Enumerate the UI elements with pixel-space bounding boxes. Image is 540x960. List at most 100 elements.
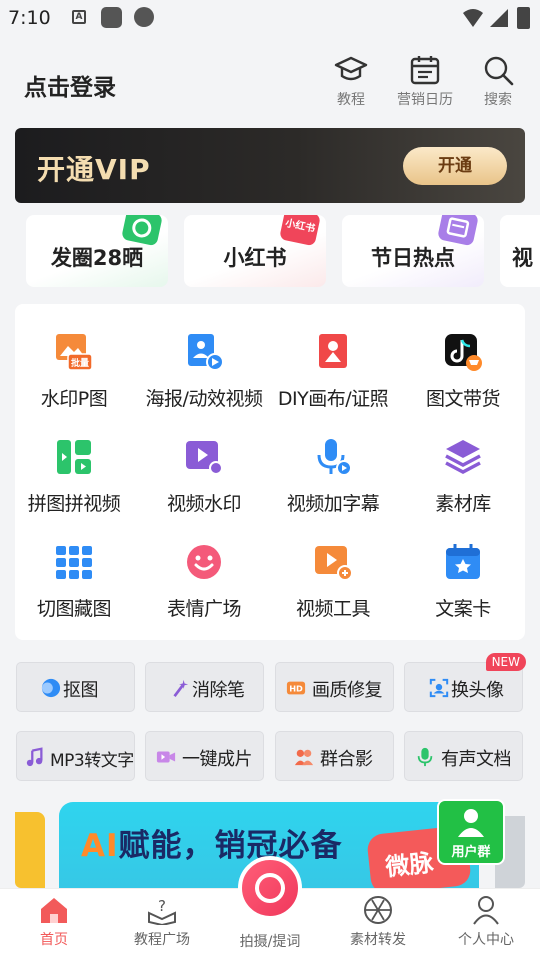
tool-watermark-photo[interactable]: 批量 水印P图 — [10, 332, 138, 411]
marketing-calendar-label: 营销日历 — [397, 92, 453, 108]
tool-label: 拼图拼视频 — [27, 493, 121, 515]
magic-wand-icon — [173, 679, 189, 697]
tool-label: 素材库 — [435, 493, 491, 515]
signal-icon — [490, 9, 508, 27]
user-group-icon — [458, 809, 484, 837]
grid-cut-icon — [54, 542, 94, 582]
face-scan-icon — [429, 678, 449, 698]
star-calendar-icon — [443, 542, 483, 582]
quick-eraser-button[interactable]: 消除笔 — [145, 662, 264, 712]
quick-label: 画质修复 — [312, 680, 383, 701]
header: 点击登录 教程 营销日历 搜索 — [0, 36, 540, 120]
vip-banner[interactable]: 开通VIP 开通 — [15, 128, 525, 203]
tool-video-tools[interactable]: 视频工具 — [269, 542, 397, 621]
video-camera-icon — [156, 751, 176, 763]
quick-change-avatar-button[interactable]: 换头像 NEW — [404, 653, 526, 712]
tool-label: 切图藏图 — [36, 598, 112, 620]
user-group-label: 用户群 — [451, 845, 491, 860]
tool-collage[interactable]: 拼图拼视频 — [10, 437, 138, 516]
tool-video-subtitle[interactable]: 视频加字幕 — [269, 437, 397, 516]
tool-label: 水印P图 — [40, 388, 108, 410]
poster-video-icon — [184, 332, 224, 372]
collage-icon — [54, 437, 94, 477]
tool-grid-cut[interactable]: 切图藏图 — [10, 542, 138, 621]
quick-label: 换头像 — [451, 680, 504, 701]
video-tool-icon — [313, 542, 353, 582]
login-link[interactable]: 点击登录 — [24, 68, 116, 102]
topic-card-video[interactable]: 视 — [500, 215, 540, 287]
tab-profile[interactable]: 个人中心 — [432, 895, 540, 949]
tab-tutorial-square[interactable]: ? 教程广场 — [108, 895, 216, 949]
emoji-icon — [184, 542, 224, 582]
tab-label: 个人中心 — [458, 932, 514, 948]
video-watermark-icon — [184, 437, 224, 477]
quick-one-click-film-button[interactable]: 一键成片 — [145, 731, 264, 781]
tool-copywriting-card[interactable]: 文案卡 — [399, 542, 527, 621]
quick-mp3-to-text-button[interactable]: MP3转文字 — [16, 731, 135, 781]
quick-group-photo-button[interactable]: 群合影 — [275, 731, 394, 781]
graduation-cap-icon — [334, 56, 368, 81]
tab-label: 素材转发 — [350, 932, 406, 948]
tool-poster-video[interactable]: 海报/动效视频 — [140, 332, 268, 411]
hd-icon: HD — [286, 681, 306, 695]
search-icon — [484, 56, 514, 86]
tutorial-label: 教程 — [337, 92, 365, 108]
quick-label: 抠图 — [63, 680, 99, 701]
topic-label: 视 — [512, 246, 533, 270]
search-button[interactable]: 搜索 — [462, 54, 534, 109]
topic-card-faquan[interactable]: 发圈28晒 — [26, 215, 168, 287]
tool-tiktok-cart[interactable]: 图文带货 — [399, 332, 527, 411]
quick-label: 一键成片 — [182, 749, 253, 770]
mic-doc-icon — [417, 747, 433, 767]
topic-label: 发圈28晒 — [50, 246, 144, 270]
music-note-icon — [26, 747, 43, 767]
tool-label: 海报/动效视频 — [145, 388, 263, 410]
tab-label: 首页 — [40, 932, 68, 948]
vip-open-button[interactable]: 开通 — [403, 147, 507, 185]
camera-icon — [255, 873, 285, 903]
tutorial-book-icon: ? — [148, 897, 176, 925]
tool-video-watermark[interactable]: 视频水印 — [140, 437, 268, 516]
tools-grid: 批量 水印P图 海报/动效视频 DIY画布/证照 图文带货 拼图拼视频 视频水印 — [15, 304, 525, 640]
quick-label: MP3转文字 — [50, 751, 134, 771]
tutorial-button[interactable]: 教程 — [315, 54, 387, 109]
aperture-icon — [364, 896, 392, 924]
diy-canvas-icon — [313, 332, 353, 372]
search-label: 搜索 — [484, 92, 512, 108]
layers-icon — [443, 437, 483, 477]
tool-emoji-square[interactable]: 表情广场 — [140, 542, 268, 621]
battery-icon — [517, 7, 530, 29]
quick-hd-repair-button[interactable]: HD 画质修复 — [275, 662, 394, 712]
calendar-icon — [410, 56, 440, 85]
tool-label: 视频水印 — [166, 493, 242, 515]
topic-card-xiaohongshu[interactable]: 小红书 小红书 — [184, 215, 326, 287]
svg-text:?: ? — [158, 897, 166, 915]
tool-diy-canvas[interactable]: DIY画布/证照 — [269, 332, 397, 411]
tool-material-library[interactable]: 素材库 — [399, 437, 527, 516]
topic-label: 节日热点 — [371, 246, 455, 270]
tool-label: 视频加字幕 — [286, 493, 380, 515]
topic-label: 小红书 — [223, 246, 287, 270]
tool-label: 图文带货 — [425, 388, 501, 410]
tiktok-cart-icon — [443, 332, 483, 372]
tab-home[interactable]: 首页 — [0, 895, 108, 949]
tab-shoot-prompter[interactable]: 拍摄/提词 — [216, 931, 324, 951]
tool-label: 文案卡 — [435, 598, 491, 620]
microphone-icon — [313, 437, 353, 477]
user-group-button[interactable]: 用户群 — [437, 799, 505, 865]
tab-label: 拍摄/提词 — [239, 934, 301, 950]
camera-button[interactable] — [238, 856, 302, 920]
tab-material-forward[interactable]: 素材转发 — [324, 895, 432, 949]
quick-label: 群合影 — [320, 749, 373, 770]
user-icon — [473, 896, 499, 925]
quick-label: 消除笔 — [192, 680, 245, 701]
tool-label: 表情广场 — [166, 598, 242, 620]
marketing-calendar-button[interactable]: 营销日历 — [389, 54, 461, 109]
cutout-icon — [41, 678, 61, 698]
vip-title: 开通VIP — [37, 153, 151, 186]
quick-cutout-button[interactable]: 抠图 — [16, 662, 135, 712]
tool-label: 视频工具 — [295, 598, 371, 620]
quick-audio-doc-button[interactable]: 有声文档 — [404, 731, 523, 781]
home-icon — [41, 898, 67, 923]
topic-card-festival[interactable]: 节日热点 — [342, 215, 484, 287]
